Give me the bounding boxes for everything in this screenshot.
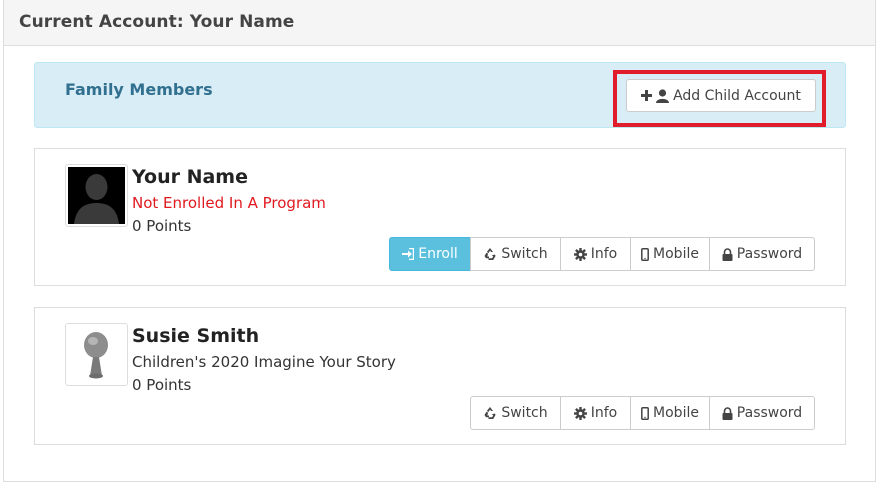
gear-icon <box>573 406 587 420</box>
avatar <box>65 164 128 227</box>
enroll-button[interactable]: Enroll <box>389 237 471 271</box>
switch-button[interactable]: Switch <box>470 237 561 271</box>
add-child-account-label: Add Child Account <box>673 87 801 104</box>
panel-header: Current Account: Your Name <box>4 0 875 46</box>
avatar <box>65 323 128 386</box>
family-members-bar: Family Members Add Child Account <box>34 62 846 128</box>
family-member-card: Susie Smith Children's 2020 Imagine Your… <box>34 307 846 445</box>
family-members-title: Family Members <box>65 80 213 99</box>
member-actions: Switch Info Mobile Password <box>470 396 815 430</box>
member-program: Not Enrolled In A Program <box>132 194 326 212</box>
user-icon <box>656 88 670 103</box>
recycle-icon <box>483 247 497 261</box>
recycle-icon <box>483 406 497 420</box>
mobile-icon <box>641 247 649 261</box>
info-label: Info <box>590 246 618 262</box>
info-label: Info <box>590 405 618 421</box>
password-label: Password <box>736 405 803 421</box>
member-name: Your Name <box>132 166 248 188</box>
mobile-label: Mobile <box>653 246 699 262</box>
mobile-button[interactable]: Mobile <box>630 237 710 271</box>
add-child-account-button[interactable]: Add Child Account <box>626 79 816 112</box>
mobile-button[interactable]: Mobile <box>630 396 710 430</box>
member-name: Susie Smith <box>132 325 260 347</box>
member-program: Children's 2020 Imagine Your Story <box>132 353 396 371</box>
member-points: 0 Points <box>132 376 192 394</box>
enroll-label: Enroll <box>418 246 458 262</box>
switch-label: Switch <box>501 405 548 421</box>
member-points: 0 Points <box>132 217 192 235</box>
current-account-panel: Current Account: Your Name Family Member… <box>3 0 876 482</box>
switch-label: Switch <box>501 246 548 262</box>
password-button[interactable]: Password <box>709 396 815 430</box>
info-button[interactable]: Info <box>560 396 631 430</box>
lock-icon <box>722 247 733 261</box>
password-label: Password <box>736 246 803 262</box>
switch-button[interactable]: Switch <box>470 396 561 430</box>
password-button[interactable]: Password <box>709 237 815 271</box>
page-title: Current Account: Your Name <box>19 12 295 32</box>
gear-icon <box>573 247 587 261</box>
family-member-card: Your Name Not Enrolled In A Program 0 Po… <box>34 148 846 286</box>
lock-icon <box>722 406 733 420</box>
mobile-icon <box>641 406 649 420</box>
sign-in-icon <box>402 248 415 260</box>
info-button[interactable]: Info <box>560 237 631 271</box>
plus-icon <box>641 90 653 101</box>
member-actions: Enroll Switch Info Mobile Password <box>389 237 815 271</box>
mobile-label: Mobile <box>653 405 699 421</box>
